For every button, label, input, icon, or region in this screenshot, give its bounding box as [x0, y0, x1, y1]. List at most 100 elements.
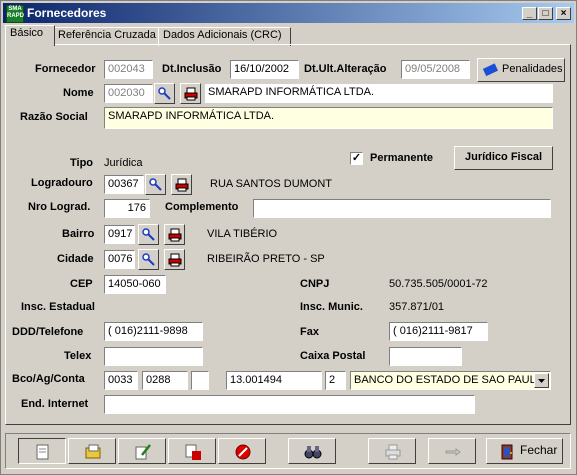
fechar-button[interactable]: Fechar [486, 438, 563, 464]
penalidades-button[interactable]: Penalidades [477, 58, 565, 82]
title-bar[interactable]: SMA RAPD Fornecedores _ □ × [3, 3, 574, 23]
telex-field[interactable] [104, 347, 203, 366]
bairro-code-field[interactable]: 0917 [104, 225, 135, 244]
penalidades-label: Penalidades [502, 63, 563, 75]
printer-icon [168, 253, 182, 267]
cancel-icon [235, 444, 251, 460]
juridico-fiscal-button[interactable]: Jurídico Fiscal [454, 146, 553, 170]
minimize-button[interactable]: _ [522, 7, 537, 20]
caixa-postal-field[interactable] [389, 347, 462, 366]
logradouro-label: Logradouro [31, 177, 93, 189]
folder-icon [85, 444, 101, 459]
insc-estadual-label: Insc. Estadual [21, 301, 95, 313]
nome-print-button[interactable] [180, 83, 201, 104]
insc-munic-label: Insc. Munic. [300, 301, 363, 313]
edit-icon [135, 444, 151, 460]
insc-munic-value: 357.871/01 [389, 301, 445, 313]
ddd-telefone-label: DDD/Telefone [12, 326, 84, 338]
printer-icon [385, 444, 401, 460]
bairro-print-button[interactable] [164, 224, 185, 245]
conta-field[interactable]: 13.001494 [226, 371, 322, 390]
printer-icon [175, 178, 189, 192]
tipo-value: Jurídica [104, 157, 143, 169]
app-icon: SMA RAPD [6, 5, 24, 23]
execute-button[interactable] [428, 438, 476, 464]
telex-label: Telex [64, 350, 92, 362]
dropdown-button[interactable] [534, 373, 549, 388]
complemento-label: Complemento [165, 201, 239, 213]
end-internet-label: End. Internet [21, 398, 89, 410]
fax-field[interactable]: ( 016)2111-9817 [389, 322, 488, 341]
print-button[interactable] [368, 438, 416, 464]
nro-lograd-label: Nro Lograd. [28, 201, 91, 213]
dt-inclusao-field[interactable]: 16/10/2002 [230, 60, 299, 79]
tab-basico[interactable]: Básico [5, 25, 55, 46]
permanente-label: Permanente [370, 152, 433, 164]
cidade-print-button[interactable] [164, 249, 185, 270]
nome-label: Nome [63, 87, 94, 99]
fax-label: Fax [300, 326, 319, 338]
cidade-value: RIBEIRÃO PRETO - SP [207, 253, 325, 265]
bco-ag-conta-label: Bco/Ag/Conta [12, 373, 85, 385]
delete-document-icon [185, 444, 201, 460]
search-icon [142, 253, 155, 266]
banco-nome-value: BANCO DO ESTADO DE SAO PAULO [354, 374, 545, 386]
banco-field[interactable]: 0033 [104, 371, 138, 390]
nome-code-field[interactable]: 002030 [104, 84, 153, 103]
cnpj-label: CNPJ [300, 278, 330, 290]
banco-nome-select[interactable]: BANCO DO ESTADO DE SAO PAULO [350, 371, 551, 390]
bairro-search-button[interactable] [138, 224, 159, 245]
logradouro-print-button[interactable] [171, 174, 192, 195]
fornecedores-window: SMA RAPD Fornecedores _ □ × Básico Refer… [0, 0, 577, 475]
cidade-label: Cidade [57, 253, 94, 265]
new-document-icon [36, 444, 49, 460]
cep-field[interactable]: 14050-060 [104, 275, 166, 294]
printer-icon [184, 87, 198, 101]
window-title: Fornecedores [27, 6, 107, 20]
card-icon [483, 63, 499, 77]
printer-icon [168, 228, 182, 242]
conta-dv-field[interactable]: 2 [325, 371, 346, 390]
fornecedor-label: Fornecedor [35, 63, 96, 75]
maximize-button[interactable]: □ [538, 7, 553, 20]
dt-ult-alteracao-label: Dt.Ult.Alteração [304, 63, 387, 75]
search-icon [142, 228, 155, 241]
end-internet-field[interactable] [104, 395, 475, 414]
fornecedor-field[interactable]: 002043 [104, 60, 153, 79]
agencia-dv-field[interactable] [191, 371, 209, 390]
edit-button[interactable] [118, 438, 166, 464]
nome-field[interactable]: SMARAPD INFORMÁTICA LTDA. [205, 84, 553, 103]
dt-ult-alteracao-field[interactable]: 09/05/2008 [401, 60, 470, 79]
bairro-label: Bairro [62, 228, 95, 240]
logradouro-search-button[interactable] [145, 174, 166, 195]
close-button[interactable]: × [556, 7, 571, 20]
cidade-code-field[interactable]: 0076 [104, 250, 135, 269]
chevron-down-icon [538, 379, 545, 383]
razao-social-field[interactable]: SMARAPD INFORMÁTICA LTDA. [104, 107, 553, 129]
agencia-field[interactable]: 0288 [142, 371, 188, 390]
binoculars-icon [304, 446, 322, 459]
delete-record-button[interactable] [168, 438, 216, 464]
logradouro-value: RUA SANTOS DUMONT [210, 178, 333, 190]
bairro-value: VILA TIBÉRIO [207, 228, 278, 240]
exit-door-icon [501, 444, 513, 460]
pointing-hand-icon [445, 448, 461, 456]
open-button[interactable] [68, 438, 116, 464]
razao-social-label: Razão Social [20, 111, 88, 123]
logradouro-code-field[interactable]: 00367 [104, 175, 144, 194]
cnpj-value: 50.735.505/0001-72 [389, 278, 488, 290]
search-icon [149, 178, 162, 191]
fechar-label: Fechar [520, 443, 558, 457]
nome-search-button[interactable] [154, 83, 175, 104]
search-records-button[interactable] [288, 438, 336, 464]
permanente-checkbox[interactable]: ✓ [350, 152, 363, 165]
new-record-button[interactable] [18, 438, 66, 464]
complemento-field[interactable] [253, 199, 551, 218]
nro-lograd-field[interactable]: 176 [104, 199, 150, 218]
ddd-telefone-field[interactable]: ( 016)2111-9898 [104, 322, 203, 341]
search-icon [158, 87, 171, 100]
cancel-button[interactable] [218, 438, 266, 464]
cidade-search-button[interactable] [138, 249, 159, 270]
caixa-postal-label: Caixa Postal [300, 350, 366, 362]
dt-inclusao-label: Dt.Inclusão [162, 63, 222, 75]
